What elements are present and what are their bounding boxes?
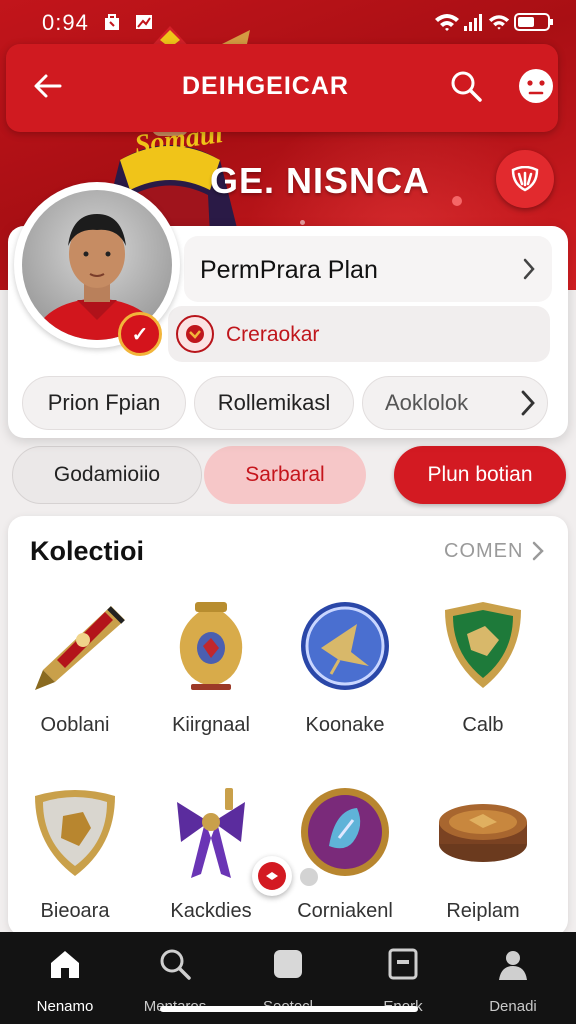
status-time: 0:94: [42, 10, 89, 35]
item-name: Reiplam: [446, 900, 520, 922]
purple-ribbon-icon: [177, 788, 245, 878]
item-name: Kackdies: [170, 900, 252, 922]
chip-1[interactable]: Rollemikasl: [194, 376, 354, 430]
search-icon: [160, 949, 191, 980]
app-title: DEIHGEICAR: [182, 72, 349, 100]
gallery-icon: [136, 15, 152, 29]
collection-item[interactable]: Koonake: [282, 596, 408, 774]
action-button-1[interactable]: Sarbaral: [204, 446, 366, 504]
subscription-badge-icon: [176, 315, 214, 353]
item-name: Corniakenl: [297, 900, 393, 922]
subscription-label: Creraokar: [226, 323, 320, 346]
wifi-icon: [435, 14, 459, 31]
device-icon: [388, 948, 418, 980]
item-name: Calb: [462, 714, 504, 736]
rocket-pen-icon: [35, 606, 125, 690]
back-arrow-icon[interactable]: [32, 70, 64, 102]
silver-shield-icon: [35, 790, 115, 876]
profile-icon: [499, 951, 527, 980]
collection-item[interactable]: Reiplam: [420, 782, 546, 936]
item-name: Bieoara: [40, 900, 110, 922]
collection-item[interactable]: Corniakenl: [282, 782, 408, 936]
home-indicator[interactable]: [160, 1006, 418, 1012]
team-badge-button[interactable]: [496, 150, 554, 208]
signal-icon: [464, 14, 482, 31]
collection-section: Kolectioi COMEN Ooblani Kiirgnaal Koonak…: [8, 516, 568, 936]
plan-label: PermPrara Plan: [200, 256, 378, 284]
floating-action-button[interactable]: [252, 856, 292, 896]
status-bar: 0:94: [0, 0, 576, 44]
chips-scroll-chevron-icon[interactable]: [520, 390, 536, 416]
battery-icon: [514, 13, 553, 31]
action-button-0[interactable]: Godamioiio: [12, 446, 202, 504]
chevron-right-icon: [523, 258, 535, 280]
see-all-link[interactable]: COMEN: [444, 540, 523, 563]
sparkle-icon: [258, 862, 286, 890]
mascot-icon: [511, 166, 539, 192]
emoji-face-icon[interactable]: [518, 68, 554, 104]
bronze-disc-icon: [439, 804, 527, 862]
nav-label: Nenamo: [36, 998, 94, 1015]
collection-item[interactable]: Kackdies: [148, 782, 274, 936]
home-icon: [51, 951, 79, 978]
nav-label: Denadi: [489, 998, 537, 1015]
kite-medal-icon: [301, 602, 389, 690]
avatar[interactable]: ✓: [14, 182, 180, 356]
collection-item[interactable]: Bieoara: [12, 782, 138, 936]
nav-item-home[interactable]: Nenamo: [10, 946, 120, 1016]
square-icon: [274, 950, 302, 978]
collection-title: Kolectioi: [30, 536, 145, 566]
collection-item[interactable]: Kiirgnaal: [148, 596, 274, 774]
bag-icon: [105, 14, 119, 30]
chevron-right-icon[interactable]: [532, 541, 544, 561]
primary-action-button[interactable]: Plun botian: [394, 446, 566, 504]
nav-item-profile[interactable]: Denadi: [458, 946, 568, 1016]
green-shield-icon: [445, 602, 521, 688]
item-name: Kiirgnaal: [172, 714, 250, 736]
item-name: Ooblani: [40, 714, 110, 736]
verified-badge-icon: ✓: [118, 312, 162, 356]
plan-row[interactable]: PermPrara Plan: [184, 236, 552, 302]
collection-item[interactable]: Calb: [420, 596, 546, 774]
chip-0[interactable]: Prion Fpian: [22, 376, 186, 430]
wifi-icon-secondary: [488, 15, 510, 30]
subscription-row[interactable]: Creraokar: [168, 306, 550, 362]
collection-item[interactable]: Ooblani: [12, 596, 138, 774]
golden-vase-icon: [179, 602, 243, 690]
app-bar: DEIHGEICAR: [6, 44, 558, 132]
pager-dot[interactable]: [300, 868, 318, 886]
purple-medal-icon: [301, 788, 389, 876]
item-name: Koonake: [305, 714, 385, 736]
team-name: GE. NISNCA: [210, 160, 431, 201]
search-icon[interactable]: [448, 68, 484, 104]
